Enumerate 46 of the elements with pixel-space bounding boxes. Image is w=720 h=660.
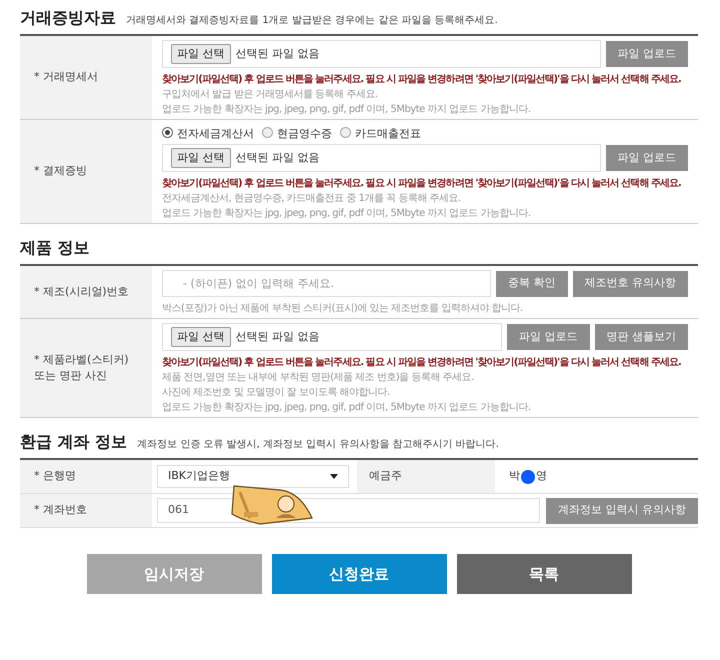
caret-icon bbox=[330, 474, 338, 479]
warning-text: 찾아보기(파일선택) 후 업로드 버튼을 눌러주세요. 필요 시 파일을 변경하려면 '찾아보기(파일선택)'을 다시 눌러서 선택해 주세요. bbox=[162, 73, 682, 87]
hint-text: 업로드 가능한 확장자는 jpg, jpeg, png, gif, pdf 이며, 5Mbyte 까지 업로드 가능합니다. bbox=[162, 207, 532, 221]
account-value: 061 bbox=[168, 502, 189, 518]
warning-text: 찾아보기(파일선택) 후 업로드 버튼을 눌러주세요. 필요 시 파일을 변경하려면 '찾아보기(파일선택)'을 다시 눌러서 선택해 주세요. bbox=[162, 177, 682, 191]
field-label: * 계좌번호 bbox=[34, 502, 88, 518]
select-value: IBK기업은행 bbox=[168, 468, 230, 484]
bank-select[interactable]: IBK기업은행 bbox=[157, 465, 349, 488]
action-button[interactable]: 신청완료 bbox=[272, 554, 446, 594]
field-label: * 제품라벨(스티커) bbox=[34, 352, 130, 368]
section-subtitle: 계좌정보 인증 오류 발생시, 계좌정보 입력시 유의사항을 참고해주시기 바랍니다. bbox=[137, 438, 499, 452]
holder-name-text: 박 bbox=[509, 468, 520, 484]
field-label: 예금주 bbox=[357, 460, 495, 493]
holder-name-text: 영 bbox=[536, 468, 547, 484]
redaction-dot bbox=[521, 470, 535, 484]
hint-text: 박스(포장)가 아닌 제품에 부착된 스티커(표시)에 있는 제조번호를 입력하셔야 합니다. bbox=[162, 302, 524, 316]
file-select-button[interactable]: 파일 선택 bbox=[171, 148, 230, 168]
hint-text: 업로드 가능한 확장자는 jpg, jpeg, png, gif, pdf 이며, 5Mbyte 까지 업로드 가능합니다. bbox=[162, 103, 532, 117]
file-input-field[interactable]: 파일 선택 선택된 파일 없음 bbox=[162, 323, 502, 351]
field-label: * 거래명세서 bbox=[34, 69, 99, 86]
warning-text: 찾아보기(파일선택) 후 업로드 버튼을 눌러주세요. 필요 시 파일을 변경하려면 '찾아보기(파일선택)'을 다시 눌러서 선택해 주세요. bbox=[162, 356, 682, 370]
section-title: 환급 계좌 정보 bbox=[20, 431, 128, 453]
radio-option[interactable]: 전자세금계산서 bbox=[162, 126, 254, 142]
hint-text: 전자세금계산서, 현금영수증, 카드매출전표 중 1개를 꼭 등록해 주세요. bbox=[162, 192, 462, 206]
hint-text: 제품 전면,옆면 또는 내부에 부착된 명판(제품 제조 번호)을 등록해 주세요. bbox=[162, 371, 475, 385]
hint-text: 사진에 제조번호 및 모델명이 잘 보이도록 해야합니다. bbox=[162, 386, 391, 400]
file-select-button[interactable]: 파일 선택 bbox=[171, 326, 230, 348]
file-select-button[interactable]: 파일 선택 bbox=[171, 44, 230, 64]
hint-text: 구입처에서 발급 받은 거래명세서를 등록해 주세요. bbox=[162, 88, 379, 102]
hint-text: 업로드 가능한 확장자는 jpg, jpeg, png, gif, pdf 이며, 5Mbyte 까지 업로드 가능합니다. bbox=[162, 401, 532, 415]
radio-option[interactable]: 현금영수증 bbox=[262, 126, 332, 142]
field-label: * 결제증빙 bbox=[34, 163, 88, 180]
file-status-text: 선택된 파일 없음 bbox=[236, 46, 320, 62]
field-label: 또는 명판 사진 bbox=[34, 368, 108, 384]
section-title: 제품 정보 bbox=[20, 237, 90, 259]
field-label: * 제조(시리얼)번호 bbox=[34, 284, 130, 300]
section-subtitle: 거래명세서와 결제증빙자료를 1개로 발급받은 경우에는 같은 파일을 등록해주세요. bbox=[126, 14, 498, 28]
file-status-text: 선택된 파일 없음 bbox=[236, 150, 320, 166]
radio-option[interactable]: 카드매출전표 bbox=[340, 126, 421, 142]
file-input-field[interactable]: 파일 선택 선택된 파일 없음 bbox=[162, 40, 600, 68]
file-input-field[interactable]: 파일 선택 선택된 파일 없음 bbox=[162, 144, 600, 172]
section-title: 거래증빙자료 bbox=[20, 7, 116, 29]
file-status-text: 선택된 파일 없음 bbox=[236, 328, 320, 345]
serial-number-field[interactable]: - (하이픈) 없이 입력해 주세요. bbox=[162, 270, 491, 297]
action-button[interactable]: 목록 bbox=[456, 554, 632, 594]
field-label: * 은행명 bbox=[34, 468, 77, 484]
